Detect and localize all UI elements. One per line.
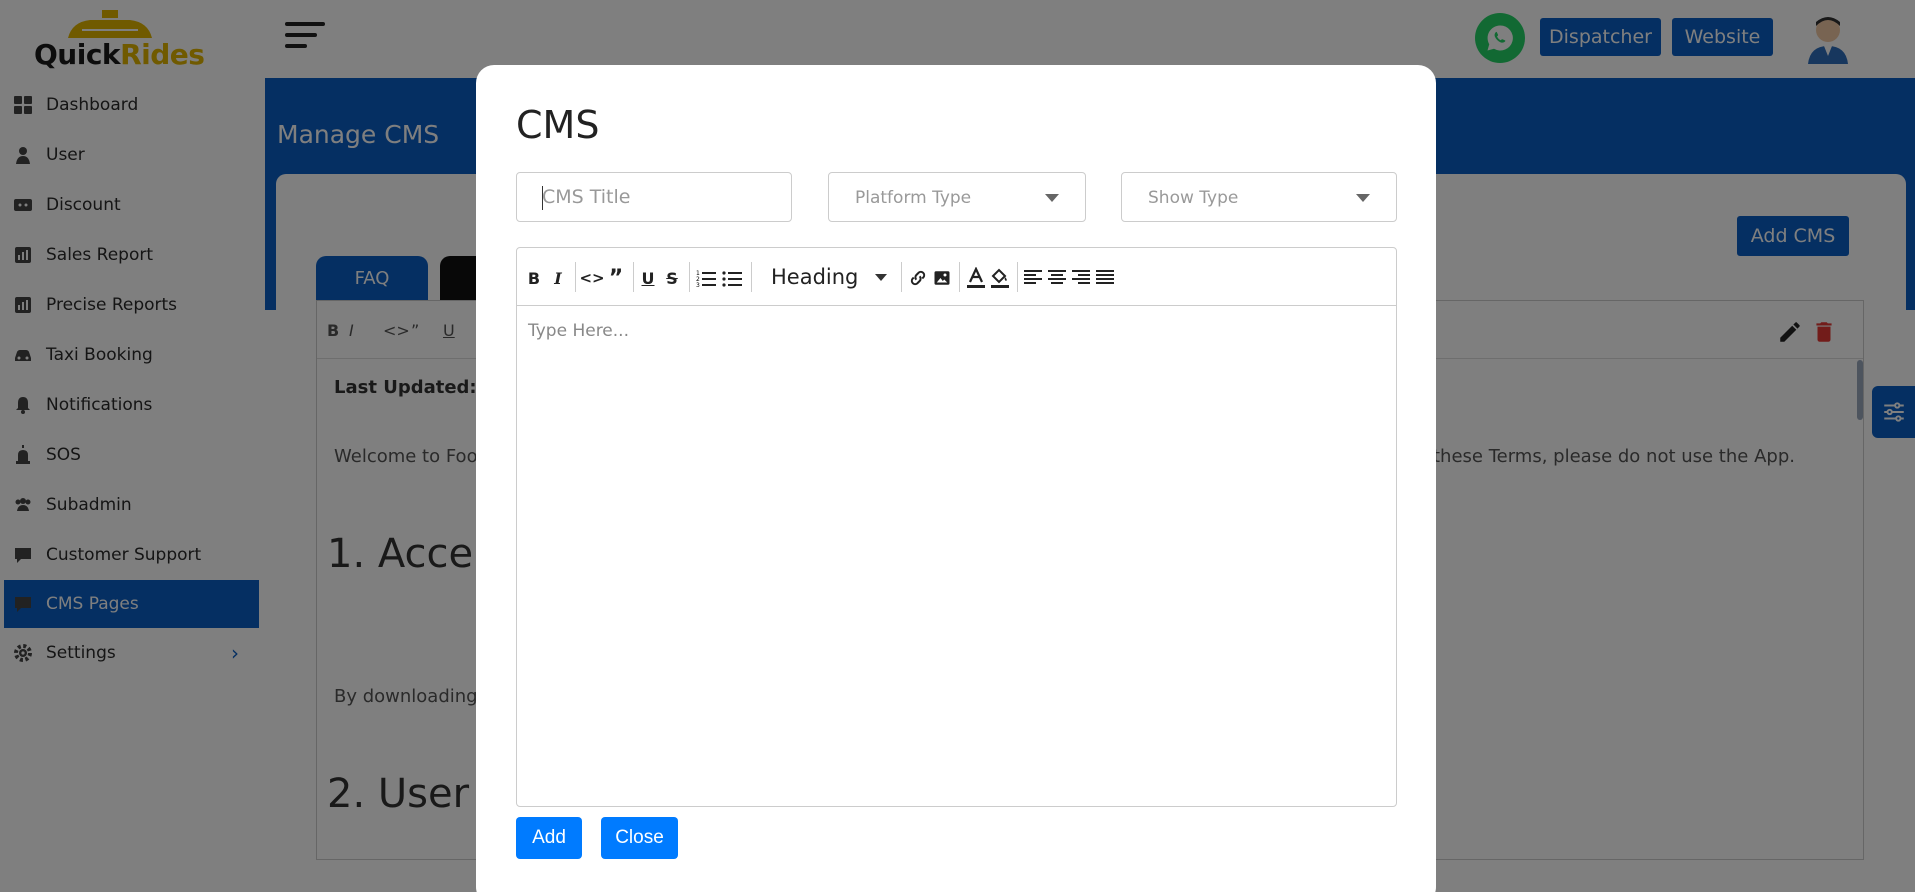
bullet-list-icon	[722, 271, 742, 287]
show-type-placeholder: Show Type	[1148, 188, 1239, 208]
platform-type-select[interactable]: Platform Type	[828, 172, 1086, 222]
bold-button[interactable]: B	[525, 267, 543, 289]
cms-title-input[interactable]	[517, 173, 791, 221]
bullet-list-button[interactable]	[721, 267, 743, 289]
align-left-icon	[1024, 270, 1042, 284]
paint-bucket-icon	[991, 268, 1009, 288]
underline-button[interactable]: U	[639, 267, 657, 289]
highlight-color-button[interactable]	[989, 267, 1011, 289]
caret-down-icon	[875, 274, 887, 281]
text-cursor	[542, 186, 543, 210]
ordered-list-button[interactable]: 123	[695, 267, 717, 289]
platform-type-placeholder: Platform Type	[855, 188, 972, 208]
image-button[interactable]	[931, 267, 953, 289]
link-button[interactable]	[907, 267, 929, 289]
align-center-icon	[1048, 270, 1066, 284]
caret-down-icon	[1356, 194, 1370, 202]
ordered-list-icon: 123	[696, 270, 716, 287]
link-icon	[910, 270, 926, 286]
editor-content-area[interactable]: Type Here...	[517, 307, 1396, 806]
strikethrough-button[interactable]: S	[663, 267, 681, 289]
align-justify-button[interactable]	[1095, 267, 1115, 289]
align-justify-icon	[1096, 270, 1114, 284]
align-left-button[interactable]	[1023, 267, 1043, 289]
close-button[interactable]: Close	[601, 817, 678, 859]
editor-placeholder: Type Here...	[528, 321, 629, 341]
cms-modal: CMS Platform Type Show Type B I <> ” U S…	[476, 65, 1436, 892]
heading-select-value: Heading	[771, 265, 859, 289]
italic-button[interactable]: I	[549, 267, 567, 289]
font-color-button[interactable]	[965, 267, 987, 289]
font-color-icon	[967, 267, 985, 288]
image-icon	[934, 271, 950, 285]
code-button[interactable]: <>	[579, 267, 604, 289]
align-right-button[interactable]	[1071, 267, 1091, 289]
caret-down-icon	[1045, 194, 1059, 202]
cms-title-field	[516, 172, 792, 222]
add-button[interactable]: Add	[516, 817, 582, 859]
modal-title: CMS	[516, 103, 600, 147]
align-right-icon	[1072, 270, 1090, 284]
rich-text-editor: B I <> ” U S 123 Heading Type Here...	[516, 247, 1397, 807]
svg-text:3: 3	[696, 282, 700, 287]
editor-toolbar: B I <> ” U S 123 Heading	[517, 248, 1396, 306]
heading-select[interactable]: Heading	[765, 262, 895, 292]
quote-button[interactable]: ”	[607, 266, 625, 291]
align-center-button[interactable]	[1047, 267, 1067, 289]
show-type-select[interactable]: Show Type	[1121, 172, 1397, 222]
